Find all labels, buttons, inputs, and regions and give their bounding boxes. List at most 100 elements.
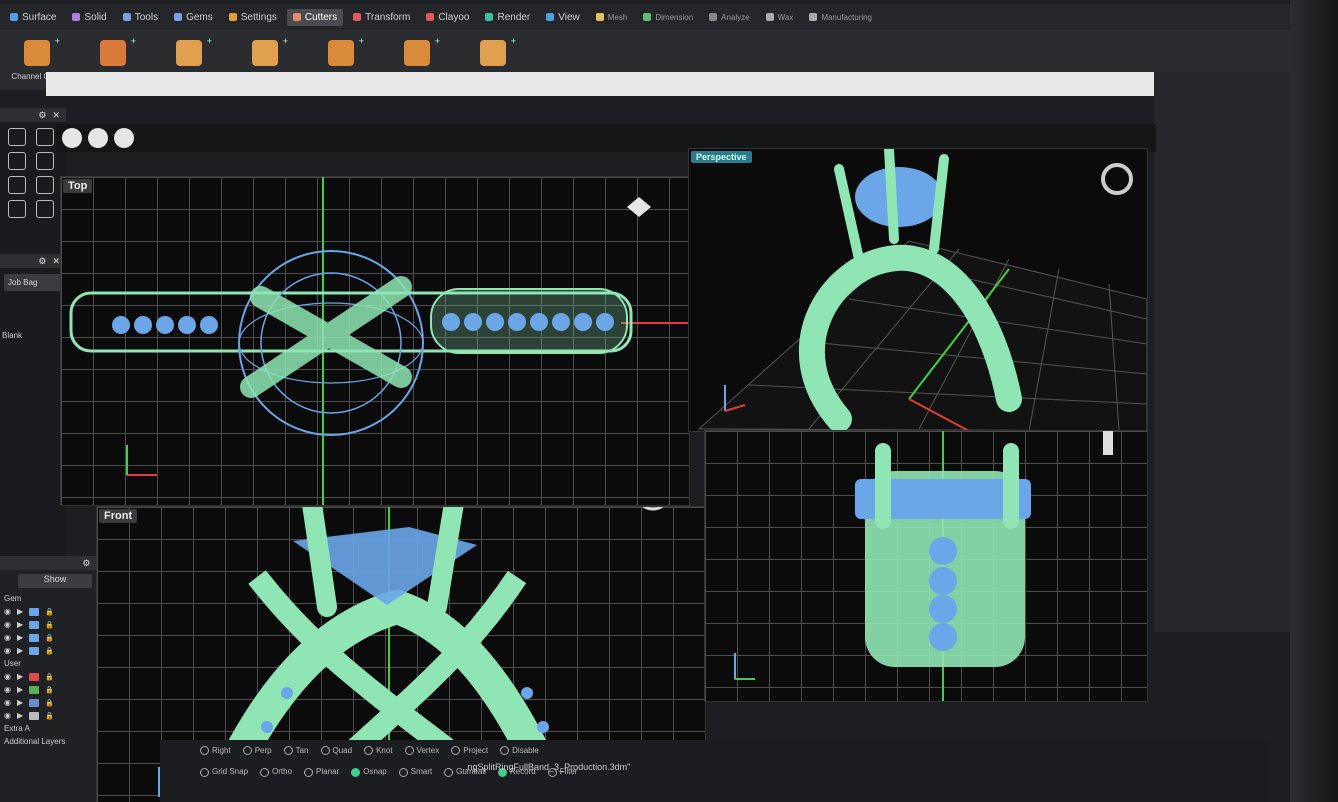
- expand-icon[interactable]: ▶: [17, 672, 23, 681]
- layer-group-gem[interactable]: Gem: [0, 592, 110, 605]
- layer-row[interactable]: ◉ ▶ 🔒: [0, 683, 110, 696]
- eye-icon[interactable]: ◉: [4, 607, 11, 616]
- viewport-top-label[interactable]: Top: [63, 179, 93, 193]
- gear-icon[interactable]: ⚙: [38, 110, 46, 121]
- snap-project[interactable]: Project: [451, 746, 488, 756]
- job-bag-button[interactable]: Job Bag: [4, 274, 62, 291]
- layer-row[interactable]: ◉ ▶ 🔒: [0, 709, 110, 722]
- tool-icon[interactable]: [8, 128, 26, 146]
- snap-tan[interactable]: Tan: [283, 746, 309, 756]
- layer-row[interactable]: ◉ ▶ 🔒: [0, 605, 110, 618]
- tab-dimension[interactable]: Dimension: [637, 10, 699, 25]
- expand-icon[interactable]: ▶: [17, 633, 23, 642]
- snap-ortho[interactable]: Ortho: [260, 767, 292, 777]
- tab-surface[interactable]: Surface: [4, 9, 62, 26]
- tab-clayoo[interactable]: Clayoo: [420, 9, 475, 26]
- eye-icon[interactable]: ◉: [4, 672, 11, 681]
- tool-icon[interactable]: [8, 176, 26, 194]
- snap-quad[interactable]: Quad: [320, 746, 352, 756]
- layer-color-swatch[interactable]: [29, 672, 40, 681]
- viewport-front-label[interactable]: Front: [99, 509, 138, 523]
- layer-group-user[interactable]: User: [0, 657, 110, 670]
- tab-cutters[interactable]: Cutters: [286, 8, 344, 26]
- layer-row[interactable]: ◉ ▶ 🔒: [0, 618, 110, 631]
- close-icon[interactable]: ✕: [52, 110, 60, 121]
- tab-analyze[interactable]: Analyze: [703, 10, 755, 25]
- lock-icon[interactable]: 🔒: [45, 686, 54, 694]
- layer-color-swatch[interactable]: [29, 620, 40, 629]
- eye-icon[interactable]: ◉: [4, 620, 11, 629]
- record-icon[interactable]: [62, 128, 82, 148]
- tab-settings[interactable]: Settings: [223, 9, 283, 26]
- expand-icon[interactable]: ▶: [17, 711, 23, 720]
- lock-icon[interactable]: 🔒: [45, 634, 54, 642]
- layer-color-swatch[interactable]: [29, 698, 40, 707]
- close-icon[interactable]: ✕: [52, 256, 60, 267]
- lock-icon[interactable]: 🔒: [45, 712, 54, 720]
- tool-icon[interactable]: [8, 200, 26, 218]
- gear-icon[interactable]: ⚙: [82, 558, 90, 569]
- tab-transform[interactable]: Transform: [347, 9, 416, 26]
- add-icon: +: [282, 36, 288, 46]
- layer-color-swatch[interactable]: [29, 711, 40, 720]
- tab-mesh[interactable]: Mesh: [590, 10, 634, 25]
- expand-icon[interactable]: ▶: [17, 685, 23, 694]
- tool-icon[interactable]: [36, 128, 54, 146]
- snap-perp[interactable]: Perp: [242, 746, 272, 756]
- viewport-perspective-label[interactable]: Perspective: [691, 151, 752, 163]
- show-button[interactable]: Show: [18, 574, 92, 588]
- additional-layers[interactable]: Additional Layers: [0, 735, 110, 748]
- settings-icon[interactable]: [88, 128, 108, 148]
- expand-icon[interactable]: ▶: [17, 620, 23, 629]
- snap-vertex[interactable]: Vertex: [404, 746, 439, 756]
- tab-solid[interactable]: Solid: [66, 9, 112, 26]
- snap-planar[interactable]: Planar: [304, 767, 340, 777]
- tab-tools[interactable]: Tools: [117, 9, 164, 26]
- snap-label: Planar: [316, 767, 340, 777]
- eye-icon[interactable]: ◉: [4, 646, 11, 655]
- lock-icon[interactable]: 🔒: [45, 621, 54, 629]
- eye-icon[interactable]: ◉: [4, 633, 11, 642]
- viewport-perspective[interactable]: Perspective: [688, 148, 1148, 432]
- layer-row[interactable]: ◉ ▶ 🔒: [0, 644, 110, 657]
- layer-color-swatch[interactable]: [29, 607, 40, 616]
- expand-icon[interactable]: ▶: [17, 607, 23, 616]
- expand-icon[interactable]: ▶: [17, 646, 23, 655]
- tab-view[interactable]: View: [540, 9, 586, 26]
- snap-disable[interactable]: Disable: [500, 746, 539, 756]
- tab-render[interactable]: Render: [479, 9, 536, 26]
- eye-icon[interactable]: ◉: [4, 685, 11, 694]
- lock-icon[interactable]: 🔒: [45, 673, 54, 681]
- command-line[interactable]: [46, 72, 1154, 96]
- expand-icon[interactable]: ▶: [17, 698, 23, 707]
- tab-manufacturing[interactable]: Manufacturing: [803, 10, 878, 25]
- tool-icon[interactable]: [36, 200, 54, 218]
- layer-row[interactable]: ◉ ▶ 🔒: [0, 696, 110, 709]
- lock-icon[interactable]: 🔒: [45, 608, 54, 616]
- snap-osnap[interactable]: Osnap: [351, 767, 387, 777]
- lock-icon[interactable]: 🔒: [45, 699, 54, 707]
- snap-smart[interactable]: Smart: [398, 767, 432, 777]
- tab-gems[interactable]: Gems: [168, 9, 219, 26]
- tool-icon[interactable]: [36, 152, 54, 170]
- snap-right[interactable]: Right: [200, 746, 231, 756]
- snap-knot[interactable]: Knot: [364, 746, 393, 756]
- eye-icon[interactable]: ◉: [4, 698, 11, 707]
- layer-color-swatch[interactable]: [29, 685, 40, 694]
- eye-icon[interactable]: ◉: [4, 711, 11, 720]
- viewport-right[interactable]: [704, 430, 1148, 702]
- tool-icon[interactable]: [36, 176, 54, 194]
- layer-color-swatch[interactable]: [29, 646, 40, 655]
- layer-row[interactable]: ◉ ▶ 🔒: [0, 631, 110, 644]
- snap-label: Knot: [376, 746, 393, 755]
- layer-color-swatch[interactable]: [29, 633, 40, 642]
- layer-row[interactable]: ◉ ▶ 🔒: [0, 670, 110, 683]
- viewport-top[interactable]: Top: [60, 176, 690, 506]
- gear-icon[interactable]: ⚙: [38, 256, 46, 267]
- compass-icon[interactable]: [114, 128, 134, 148]
- tab-wax[interactable]: Wax: [760, 10, 800, 25]
- layer-group-extra[interactable]: Extra A: [0, 722, 110, 735]
- snap-grid-snap[interactable]: Grid Snap: [200, 767, 248, 777]
- lock-icon[interactable]: 🔒: [45, 647, 54, 655]
- tool-icon[interactable]: [8, 152, 26, 170]
